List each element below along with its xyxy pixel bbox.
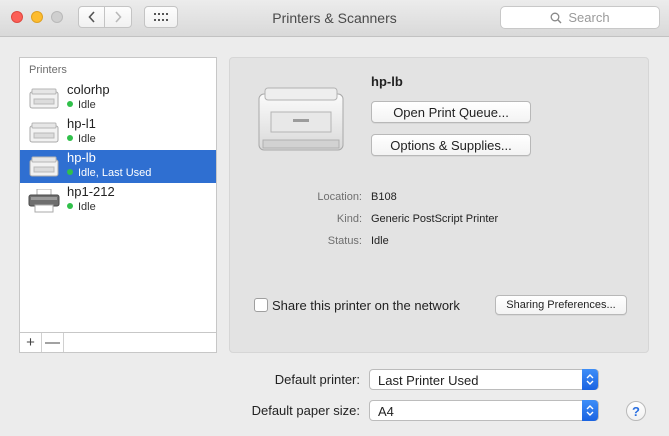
printer-status: Idle [67,201,96,213]
printer-title: hp-lb [371,74,403,89]
printer-status: Idle, Last Used [67,167,151,179]
search-icon [550,12,562,23]
status-value: Idle [371,235,389,247]
title-bar: Printers & Scanners Search [0,0,669,37]
status-dot-icon [67,169,73,175]
location-label: Location: [317,191,362,203]
printer-name: hp-l1 [67,116,96,131]
popup-arrows-icon [582,369,598,390]
laser-printer-icon [258,87,344,151]
inkjet-printer-icon [28,189,60,213]
status-dot-icon [67,203,73,209]
kind-label: Kind: [336,213,362,225]
status-dot-icon [67,101,73,107]
search-placeholder: Search [568,10,610,25]
printers-list: Printers colorhp Idle hp-l1 Idle hp-lb I… [19,57,217,353]
popup-arrows-icon [582,400,598,421]
printer-status: Idle [67,99,96,111]
printer-name: hp1-212 [67,184,115,199]
default-printer-label: Default printer: [274,372,360,387]
printer-status-text: Idle [78,201,96,213]
default-printer-select[interactable]: Last Printer Used [369,369,599,390]
laser-printer-icon [29,156,59,177]
location-value: B108 [371,191,397,203]
printer-name: colorhp [67,82,110,97]
laser-printer-icon [29,88,59,109]
kind-value: Generic PostScript Printer [371,213,499,225]
sharing-preferences-button[interactable]: Sharing Preferences... [495,295,627,315]
printer-item-hp1-212[interactable]: hp1-212 Idle [20,184,216,217]
default-paper-size-value: A4 [378,404,394,419]
help-button[interactable]: ? [626,401,646,421]
search-field[interactable]: Search [500,6,660,29]
open-print-queue-button[interactable]: Open Print Queue... [371,101,531,123]
status-label: Status: [327,235,362,247]
default-paper-size-label: Default paper size: [251,403,360,418]
status-dot-icon [67,135,73,141]
add-printer-button[interactable]: + [20,333,42,352]
default-printer-value: Last Printer Used [378,373,479,388]
printer-status-text: Idle [78,133,96,145]
printer-status-text: Idle [78,99,96,111]
printers-list-header: Printers [29,64,67,76]
printer-name: hp-lb [67,150,96,165]
printer-item-hp-lb[interactable]: hp-lb Idle, Last Used [20,150,216,183]
printer-details: hp-lb Open Print Queue... Options & Supp… [229,57,649,353]
remove-printer-button[interactable]: — [42,333,64,352]
share-printer-checkbox[interactable] [254,298,268,312]
printer-status: Idle [67,133,96,145]
printer-status-text: Idle, Last Used [78,167,152,179]
default-paper-size-select[interactable]: A4 [369,400,599,421]
options-supplies-button[interactable]: Options & Supplies... [371,134,531,156]
list-footer: + — [20,332,216,352]
printer-item-hp-l1[interactable]: hp-l1 Idle [20,116,216,149]
printer-item-colorhp[interactable]: colorhp Idle [20,82,216,115]
laser-printer-icon [29,122,59,143]
share-printer-label[interactable]: Share this printer on the network [272,298,460,313]
